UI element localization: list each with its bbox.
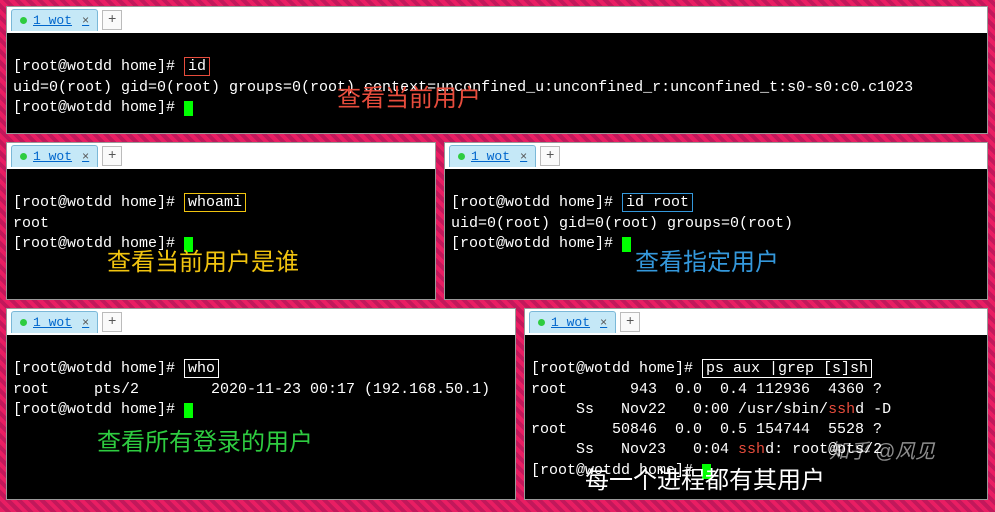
- close-icon[interactable]: ×: [82, 316, 89, 330]
- terminal-output[interactable]: [root@wotdd home]# whoami root [root@wot…: [7, 169, 435, 299]
- prompt: [root@wotdd home]#: [451, 194, 622, 211]
- prompt: [root@wotdd home]#: [13, 99, 184, 116]
- terminal-output[interactable]: [root@wotdd home]# who root pts/2 2020-1…: [7, 335, 515, 499]
- terminal-pane-idroot: 1 wot × + [root@wotdd home]# id root uid…: [444, 142, 988, 300]
- terminal-output[interactable]: [root@wotdd home]# id root uid=0(root) g…: [445, 169, 987, 299]
- output-line: root pts/2 2020-11-23 00:17 (192.168.50.…: [13, 381, 490, 398]
- tab-label: 1 wot: [33, 13, 72, 28]
- command-whoami: whoami: [184, 193, 246, 212]
- prompt: [root@wotdd home]#: [531, 360, 702, 377]
- status-dot-icon: [538, 319, 545, 326]
- caption: 查看当前用户: [337, 83, 481, 115]
- caption: 查看当前用户是谁: [107, 247, 299, 279]
- terminal-pane-id: 1 wot × + [root@wotdd home]# id uid=0(ro…: [6, 6, 988, 134]
- tab[interactable]: 1 wot ×: [529, 311, 616, 333]
- status-dot-icon: [20, 153, 27, 160]
- close-icon[interactable]: ×: [520, 150, 527, 164]
- terminal-pane-whoami: 1 wot × + [root@wotdd home]# whoami root…: [6, 142, 436, 300]
- titlebar: 1 wot × +: [525, 309, 987, 335]
- caption: 每一个进程都有其用户: [585, 465, 825, 497]
- add-tab-button[interactable]: +: [620, 312, 640, 332]
- cursor-icon: [184, 403, 193, 418]
- status-dot-icon: [20, 319, 27, 326]
- add-tab-button[interactable]: +: [102, 312, 122, 332]
- add-tab-button[interactable]: +: [540, 146, 560, 166]
- prompt: [root@wotdd home]#: [13, 58, 184, 75]
- close-icon[interactable]: ×: [82, 14, 89, 28]
- command-who: who: [184, 359, 219, 378]
- watermark: 知乎 @风见: [829, 435, 935, 464]
- titlebar: 1 wot × +: [445, 143, 987, 169]
- titlebar: 1 wot × +: [7, 7, 987, 33]
- tab[interactable]: 1 wot ×: [449, 145, 536, 167]
- titlebar: 1 wot × +: [7, 309, 515, 335]
- close-icon[interactable]: ×: [82, 150, 89, 164]
- command-ps: ps aux |grep [s]sh: [702, 359, 872, 378]
- match-highlight: ssh: [828, 401, 855, 418]
- command-id: id: [184, 57, 210, 76]
- cursor-icon: [622, 237, 631, 252]
- caption: 查看指定用户: [635, 247, 779, 279]
- caption: 查看所有登录的用户: [97, 427, 313, 459]
- terminal-output[interactable]: [root@wotdd home]# ps aux |grep [s]sh ro…: [525, 335, 987, 499]
- output-line: Ss Nov22 0:00 /usr/sbin/sshd -D: [531, 401, 891, 418]
- prompt: [root@wotdd home]#: [13, 360, 184, 377]
- status-dot-icon: [458, 153, 465, 160]
- prompt: [root@wotdd home]#: [13, 194, 184, 211]
- status-dot-icon: [20, 17, 27, 24]
- tab-label: 1 wot: [33, 315, 72, 330]
- cursor-icon: [184, 101, 193, 116]
- output-line: root: [13, 215, 49, 232]
- titlebar: 1 wot × +: [7, 143, 435, 169]
- close-icon[interactable]: ×: [600, 316, 607, 330]
- match-highlight: ssh: [738, 441, 765, 458]
- tab[interactable]: 1 wot ×: [11, 145, 98, 167]
- tab[interactable]: 1 wot ×: [11, 9, 98, 31]
- add-tab-button[interactable]: +: [102, 10, 122, 30]
- output-line: uid=0(root) gid=0(root) groups=0(root): [451, 215, 793, 232]
- prompt: [root@wotdd home]#: [451, 235, 622, 252]
- terminal-pane-ps: 1 wot × + [root@wotdd home]# ps aux |gre…: [524, 308, 988, 500]
- prompt: [root@wotdd home]#: [13, 401, 184, 418]
- command-idroot: id root: [622, 193, 693, 212]
- tab-label: 1 wot: [551, 315, 590, 330]
- tab-label: 1 wot: [471, 149, 510, 164]
- tab-label: 1 wot: [33, 149, 72, 164]
- terminal-output[interactable]: [root@wotdd home]# id uid=0(root) gid=0(…: [7, 33, 987, 133]
- output-line: root 943 0.0 0.4 112936 4360 ?: [531, 381, 882, 398]
- add-tab-button[interactable]: +: [102, 146, 122, 166]
- tab[interactable]: 1 wot ×: [11, 311, 98, 333]
- terminal-pane-who: 1 wot × + [root@wotdd home]# who root pt…: [6, 308, 516, 500]
